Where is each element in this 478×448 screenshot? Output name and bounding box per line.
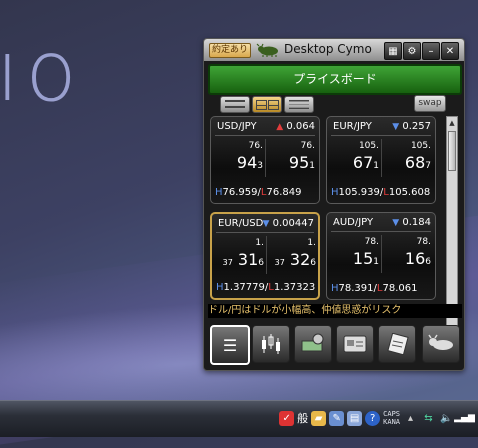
change-value: ▲ 0.064 bbox=[276, 121, 315, 132]
ime-pad-icon[interactable]: ✎ bbox=[329, 410, 345, 426]
candlestick-chart-icon[interactable] bbox=[252, 325, 290, 363]
ime-mode[interactable]: 般 bbox=[297, 410, 308, 426]
rate-tile-eurusd[interactable]: EUR/USD ▼ 0.00447 1. 37 316 1. 37 326 H1… bbox=[210, 212, 320, 300]
bid-price[interactable]: 1. 37 316 bbox=[212, 238, 264, 269]
scroll-thumb[interactable] bbox=[448, 131, 456, 171]
change-value: ▼ 0.00447 bbox=[262, 218, 314, 229]
close-button[interactable]: ✕ bbox=[441, 42, 459, 60]
taskbar: ✓ 般 ▰ ✎ ▤ ? CAPS KANA ▴ ⇆ 🔈 ▂▄▆ bbox=[0, 400, 478, 437]
system-tray: ✓ 般 ▰ ✎ ▤ ? CAPS KANA ▴ ⇆ 🔈 ▂▄▆ bbox=[279, 405, 478, 431]
bid-price[interactable]: 76. 943 bbox=[211, 141, 263, 172]
signal-icon[interactable]: ▂▄▆ bbox=[454, 411, 475, 426]
high-low: H76.959/L76.849 bbox=[215, 187, 302, 198]
rate-tile-audjpy[interactable]: AUD/JPY ▼ 0.184 78. 151 78. 166 H78.391/… bbox=[326, 212, 436, 300]
expand-tray-icon[interactable]: ▴ bbox=[403, 411, 418, 426]
price-board-tool-icon[interactable]: ☰ bbox=[210, 325, 250, 365]
bid-price[interactable]: 105. 671 bbox=[327, 141, 379, 172]
dictionary-icon[interactable]: ▤ bbox=[347, 410, 363, 426]
down-arrow-icon: ▼ bbox=[262, 219, 270, 229]
app-icon[interactable]: ✓ bbox=[279, 410, 295, 426]
bull-logo-icon bbox=[256, 43, 278, 57]
widget-titlebar[interactable]: 約定あり Desktop Cymo ▦ ⚙ – ✕ bbox=[204, 39, 464, 61]
scroll-up-icon[interactable]: ▲ bbox=[447, 118, 457, 128]
volume-icon[interactable]: 🔈 bbox=[439, 411, 454, 426]
money-icon[interactable] bbox=[294, 325, 332, 363]
view-grid-button[interactable] bbox=[252, 96, 282, 113]
ask-price[interactable]: 105. 687 bbox=[379, 141, 431, 172]
ask-price[interactable]: 76. 951 bbox=[263, 141, 315, 172]
change-value: ▼ 0.257 bbox=[392, 121, 431, 132]
change-value: ▼ 0.184 bbox=[392, 217, 431, 228]
pair-label: AUD/JPY bbox=[333, 217, 374, 228]
widget-title: Desktop Cymo bbox=[284, 42, 372, 56]
pair-label: EUR/USD bbox=[218, 218, 264, 229]
pair-label: USD/JPY bbox=[217, 121, 257, 132]
price-board-banner: プライスボード bbox=[208, 64, 462, 95]
bid-price[interactable]: 78. 151 bbox=[327, 237, 379, 268]
desktop-cymo-widget: 約定あり Desktop Cymo ▦ ⚙ – ✕ プライスボード swap U… bbox=[203, 38, 465, 371]
down-arrow-icon: ▼ bbox=[392, 218, 400, 228]
minimize-button[interactable]: – bbox=[422, 42, 440, 60]
swap-button[interactable]: swap bbox=[414, 95, 446, 112]
view-list-button[interactable] bbox=[220, 96, 250, 113]
up-arrow-icon: ▲ bbox=[276, 122, 284, 132]
view-table-button[interactable] bbox=[284, 96, 314, 113]
contract-badge[interactable]: 約定あり bbox=[209, 43, 251, 58]
grid-icon[interactable]: ▦ bbox=[384, 42, 402, 60]
account-card-icon[interactable] bbox=[336, 325, 374, 363]
help-icon[interactable]: ? bbox=[365, 410, 381, 426]
ask-price[interactable]: 1. 37 326 bbox=[264, 238, 316, 269]
high-low: H105.939/L105.608 bbox=[331, 187, 431, 198]
high-low: H78.391/L78.061 bbox=[331, 283, 418, 294]
ask-price[interactable]: 78. 166 bbox=[379, 237, 431, 268]
down-arrow-icon: ▼ bbox=[392, 122, 400, 132]
bull-menu-icon[interactable] bbox=[422, 325, 460, 363]
news-ticker[interactable]: ドル/円はドルが小幅高、仲値思惑がリスク bbox=[208, 304, 462, 318]
network-icon[interactable]: ⇆ bbox=[421, 411, 436, 426]
wallpaper-logo: ıo bbox=[0, 22, 83, 120]
settings-icon[interactable]: ⚙ bbox=[403, 42, 421, 60]
bottom-toolbar: ☰ bbox=[208, 325, 462, 365]
rate-tile-eurjpy[interactable]: EUR/JPY ▼ 0.257 105. 671 105. 687 H105.9… bbox=[326, 116, 436, 204]
news-document-icon[interactable] bbox=[378, 325, 416, 363]
rate-tile-usdjpy[interactable]: USD/JPY ▲ 0.064 76. 943 76. 951 H76.959/… bbox=[210, 116, 320, 204]
high-low: H1.37779/L1.37323 bbox=[216, 282, 316, 293]
folder-icon[interactable]: ▰ bbox=[311, 410, 327, 426]
caps-kana-indicator: CAPS KANA bbox=[383, 410, 400, 426]
pair-label: EUR/JPY bbox=[333, 121, 372, 132]
